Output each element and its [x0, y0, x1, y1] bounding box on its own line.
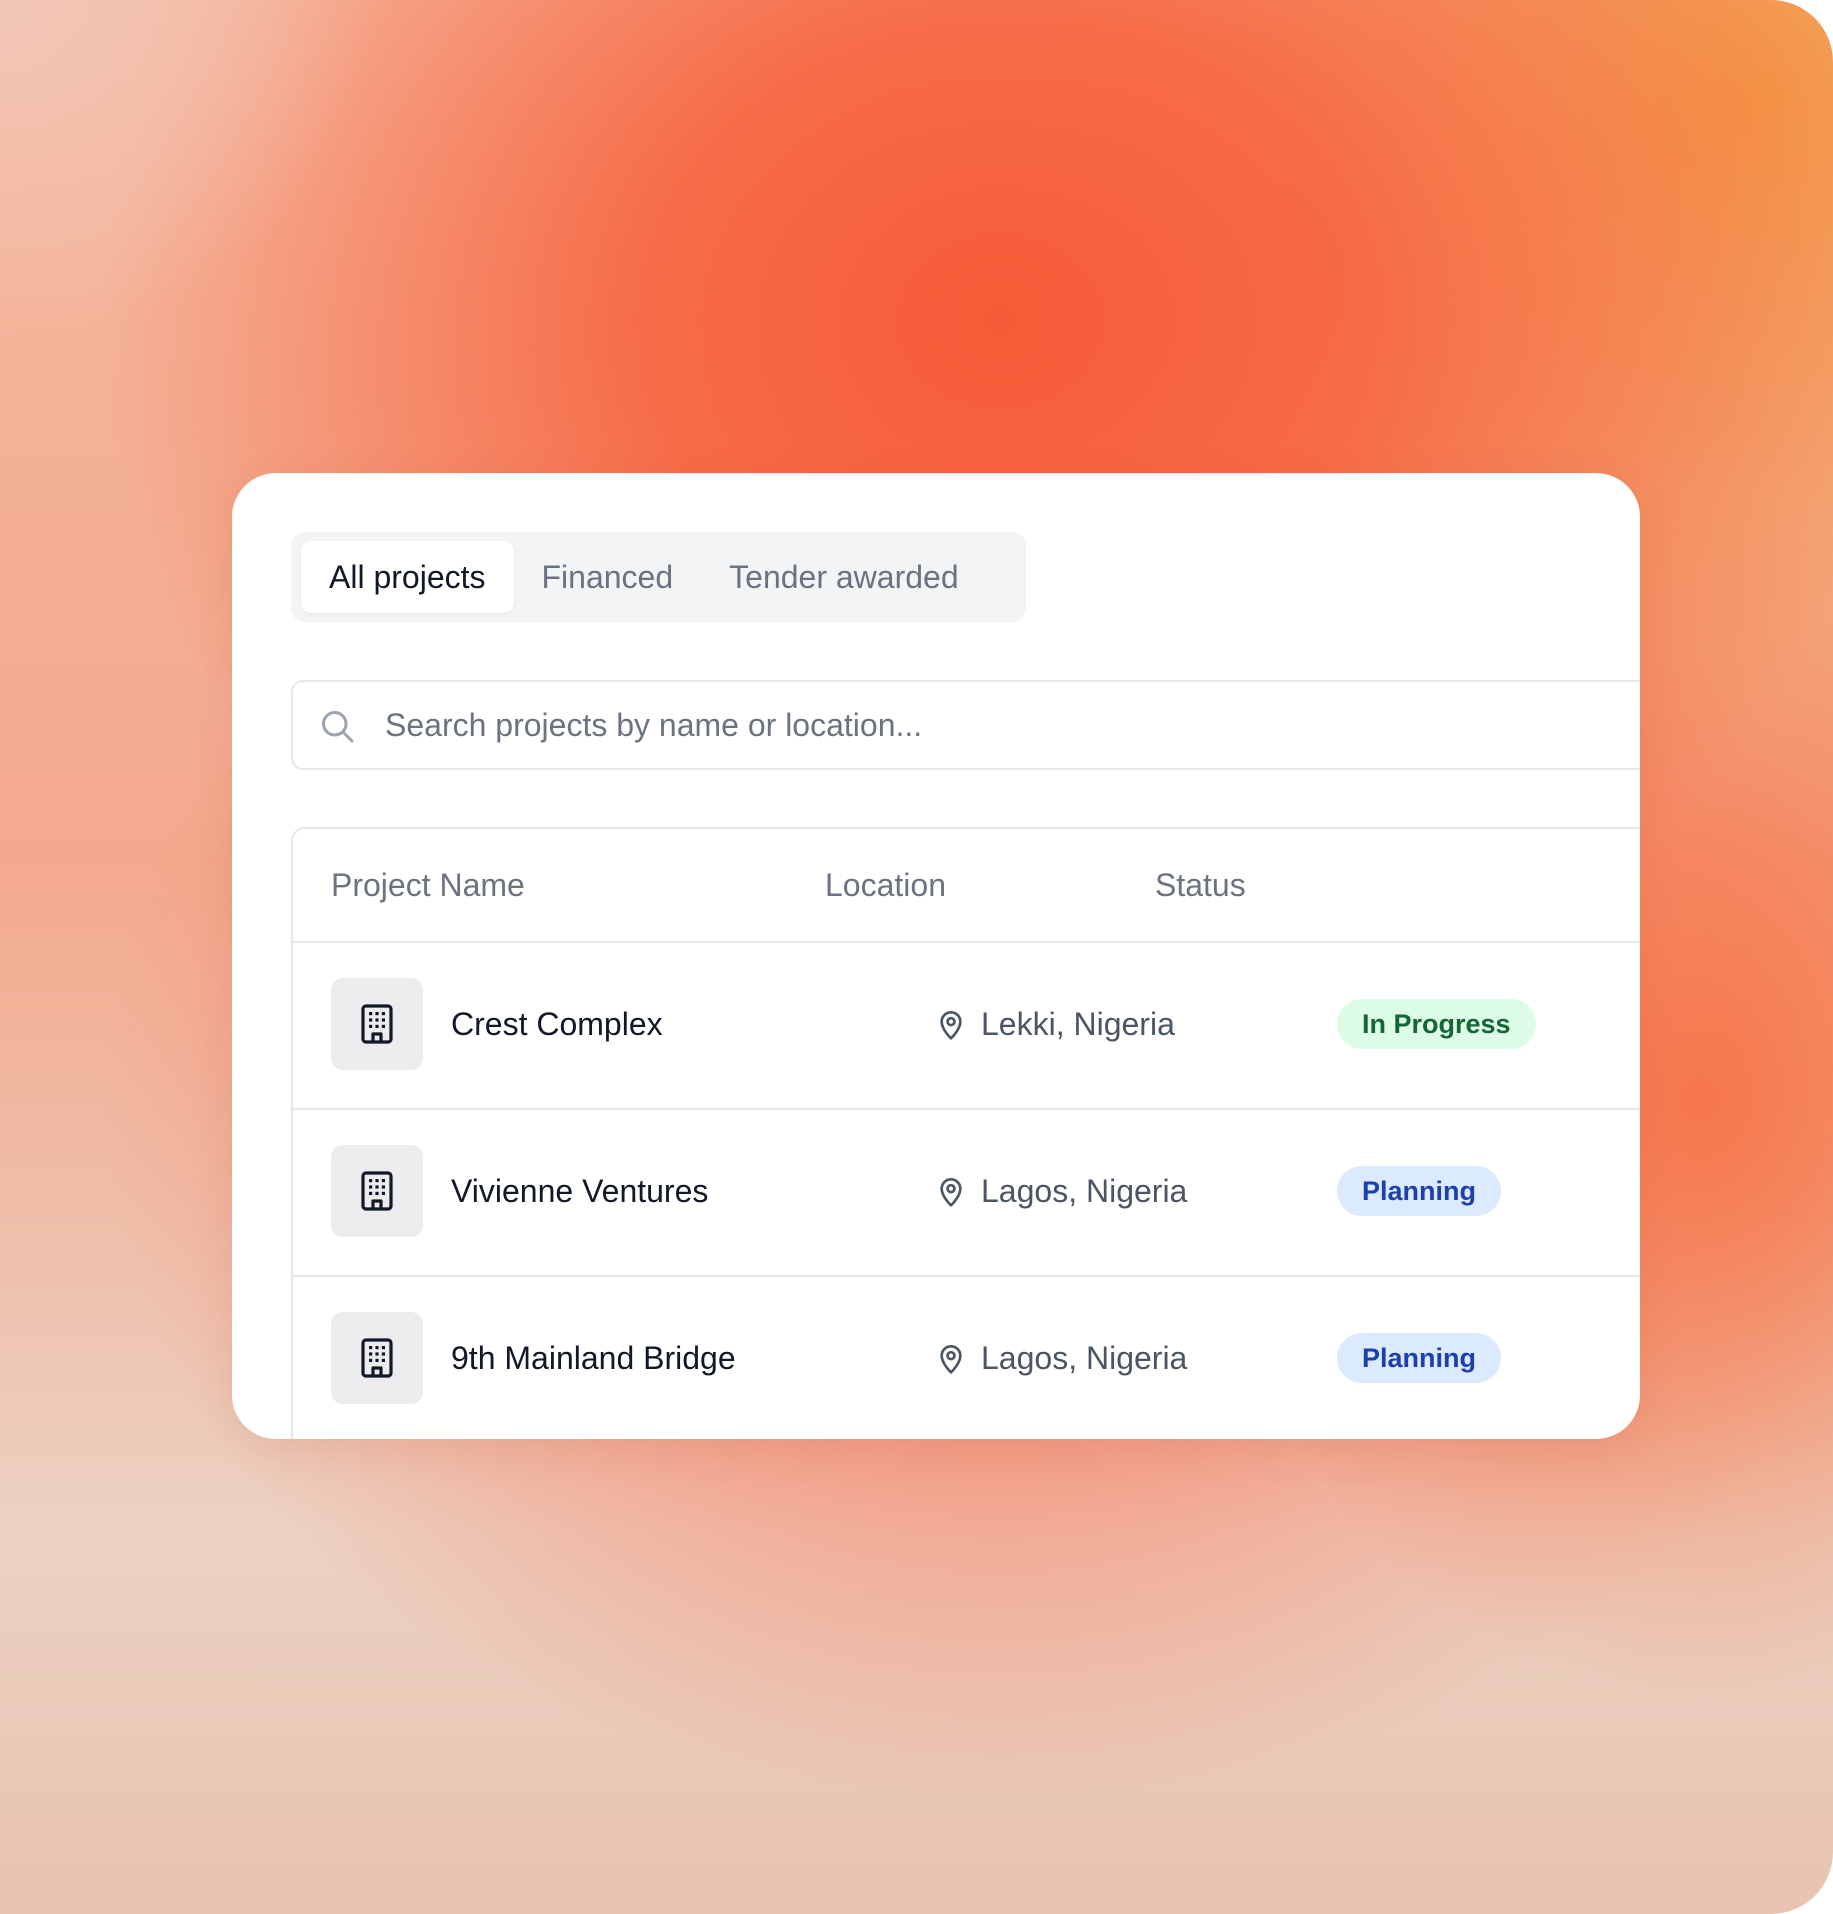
project-location: Lekki, Nigeria [935, 941, 1175, 1108]
project-location: Lagos, Nigeria [935, 1108, 1187, 1275]
status-badge: Planning [1337, 1166, 1501, 1216]
projects-table: Project Name Location Status Crest Compl… [291, 827, 1640, 1439]
table-row[interactable]: Vivienne Ventures Lagos, Nigeria Plannin… [293, 1108, 1640, 1277]
building-icon [331, 1312, 423, 1404]
location-text: Lagos, Nigeria [981, 1173, 1188, 1209]
tab-financed[interactable]: Financed [514, 541, 702, 613]
search-icon [322, 711, 354, 743]
table-header: Project Name Location Status [293, 829, 1640, 943]
column-header-status[interactable]: Status [1155, 829, 1246, 941]
projects-card: All projects Financed Tender awarded Pro… [232, 473, 1640, 1439]
status-badge: Planning [1337, 1333, 1501, 1383]
location-text: Lagos, Nigeria [981, 1340, 1188, 1376]
project-name: 9th Mainland Bridge [451, 1340, 736, 1376]
table-row[interactable]: Crest Complex Lekki, Nigeria In Progress [293, 941, 1640, 1110]
project-tabs: All projects Financed Tender awarded [291, 532, 1026, 622]
project-name: Crest Complex [451, 1006, 663, 1042]
status-badge: In Progress [1337, 999, 1536, 1049]
building-icon [331, 1145, 423, 1237]
map-pin-icon [940, 1177, 962, 1207]
column-header-project-name[interactable]: Project Name [331, 829, 525, 941]
project-name: Vivienne Ventures [451, 1173, 709, 1209]
location-text: Lekki, Nigeria [981, 1006, 1175, 1042]
search-input[interactable] [385, 682, 1585, 768]
tab-all-projects[interactable]: All projects [301, 541, 514, 613]
table-row[interactable]: 9th Mainland Bridge Lagos, Nigeria Plann… [293, 1275, 1640, 1439]
map-pin-icon [940, 1010, 962, 1040]
project-location: Lagos, Nigeria [935, 1275, 1187, 1439]
column-header-location[interactable]: Location [825, 829, 946, 941]
building-icon [331, 978, 423, 1070]
tab-tender-awarded[interactable]: Tender awarded [701, 541, 986, 613]
map-pin-icon [940, 1344, 962, 1374]
search-box [291, 680, 1640, 770]
